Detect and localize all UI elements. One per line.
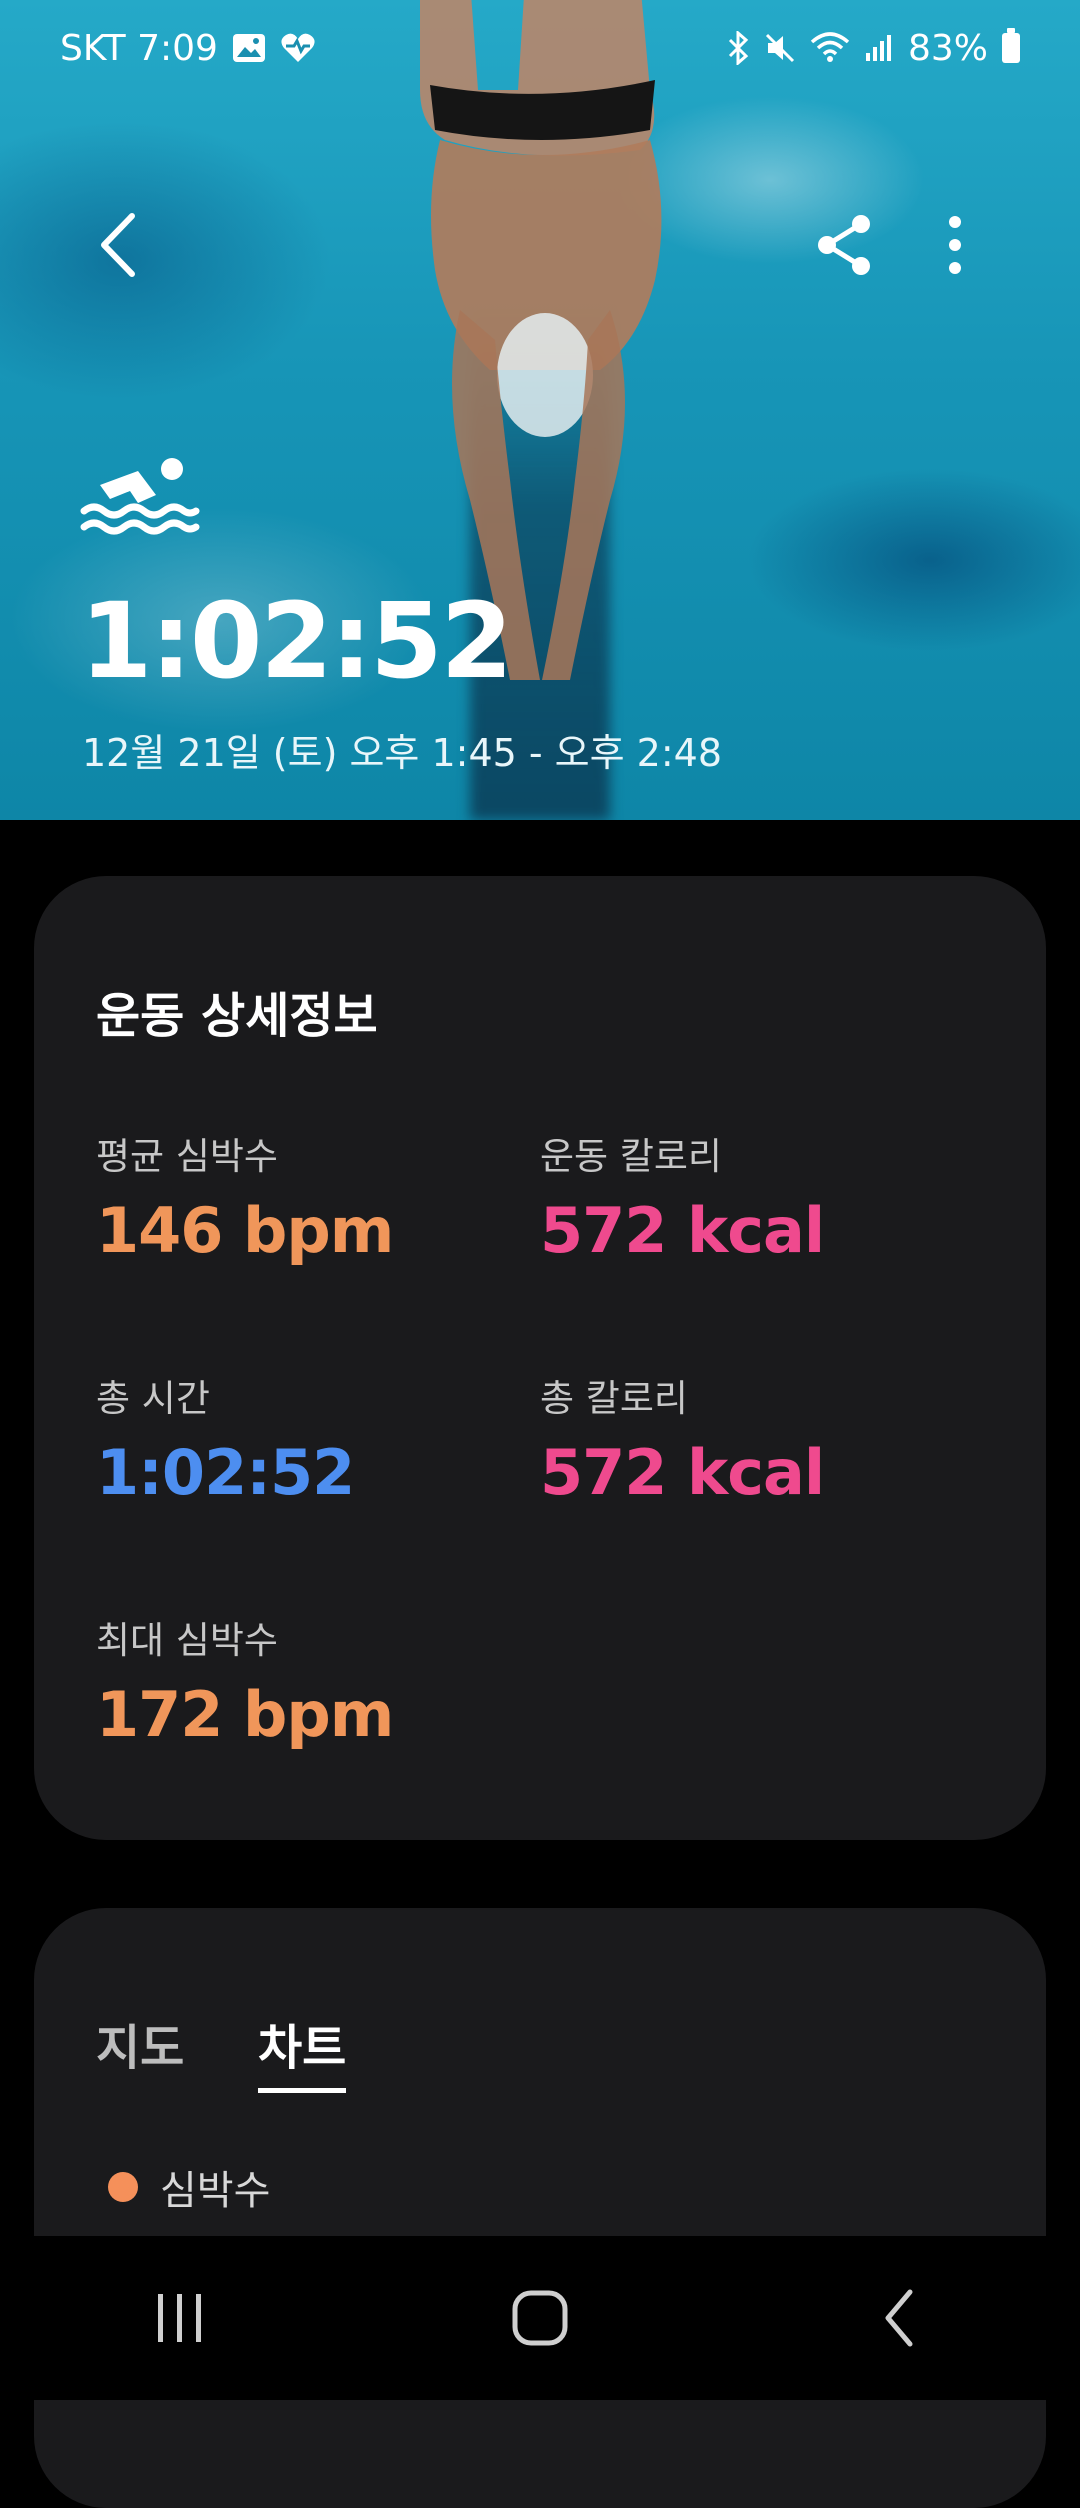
mute-icon (765, 33, 795, 63)
system-nav-bar (0, 2236, 1080, 2400)
workout-time-range: 12월 21일 (토) 오후 1:45 - 오후 2:48 (82, 731, 723, 775)
stat-label: 평균 심박수 (96, 1135, 278, 1178)
stat-exercise-calories: 운동 칼로리 572 kcal (540, 1126, 825, 1267)
stat-avg-heart-rate: 평균 심박수 146 bpm (96, 1126, 394, 1267)
health-icon (281, 33, 315, 62)
wifi-icon (810, 32, 850, 62)
nav-back-button[interactable] (840, 2268, 960, 2368)
stat-total-time: 총 시간 1:02:52 (96, 1368, 355, 1509)
top-action-bar (0, 200, 1080, 290)
back-icon (885, 2289, 913, 2347)
stat-max-heart-rate: 최대 심박수 172 bpm (96, 1610, 394, 1751)
recent-apps-icon (158, 2294, 201, 2342)
stat-label: 운동 칼로리 (540, 1135, 722, 1178)
bluetooth-icon (728, 31, 749, 65)
carrier-time: SKT 7:09 (60, 27, 218, 69)
chart-legend: 심박수 (108, 2158, 270, 2216)
share-icon[interactable] (815, 212, 875, 278)
home-icon (512, 2290, 568, 2346)
stat-value: 572 kcal (540, 1436, 825, 1509)
card-title: 운동 상세정보 (96, 988, 378, 1044)
stat-total-calories: 총 칼로리 572 kcal (540, 1368, 825, 1509)
legend-dot (108, 2172, 138, 2202)
stat-label: 최대 심박수 (96, 1619, 278, 1662)
home-button[interactable] (480, 2268, 600, 2368)
stat-value: 172 bpm (96, 1678, 394, 1751)
stat-value: 572 kcal (540, 1194, 825, 1267)
stat-value: 1:02:52 (96, 1436, 355, 1509)
stat-label: 총 시간 (96, 1377, 210, 1420)
tab-chart[interactable]: 차트 (258, 2008, 347, 2093)
battery-percent: 83% (907, 27, 988, 69)
swimming-icon (80, 458, 200, 535)
battery-icon (1002, 28, 1020, 63)
map-chart-card: 지도 차트 심박수 (34, 1908, 1046, 2508)
tab-map[interactable]: 지도 (96, 2008, 184, 2078)
stat-value: 146 bpm (96, 1194, 394, 1267)
workout-details-card: 운동 상세정보 평균 심박수 146 bpm 운동 칼로리 572 kcal 총… (34, 876, 1046, 1840)
gallery-icon (232, 34, 265, 62)
signal-icon (865, 35, 891, 61)
back-arrow-icon[interactable] (90, 210, 150, 280)
hero-banner: SKT 7:09 83% 1:02:52 12월 21일 (토) 오후 1:45… (0, 0, 1080, 820)
recent-apps-button[interactable] (120, 2268, 240, 2368)
stat-label: 총 칼로리 (540, 1377, 688, 1420)
workout-duration: 1:02:52 (80, 580, 513, 702)
legend-label: 심박수 (160, 2168, 271, 2214)
more-options-icon[interactable] (935, 212, 975, 278)
status-bar: SKT 7:09 83% (0, 0, 1080, 96)
